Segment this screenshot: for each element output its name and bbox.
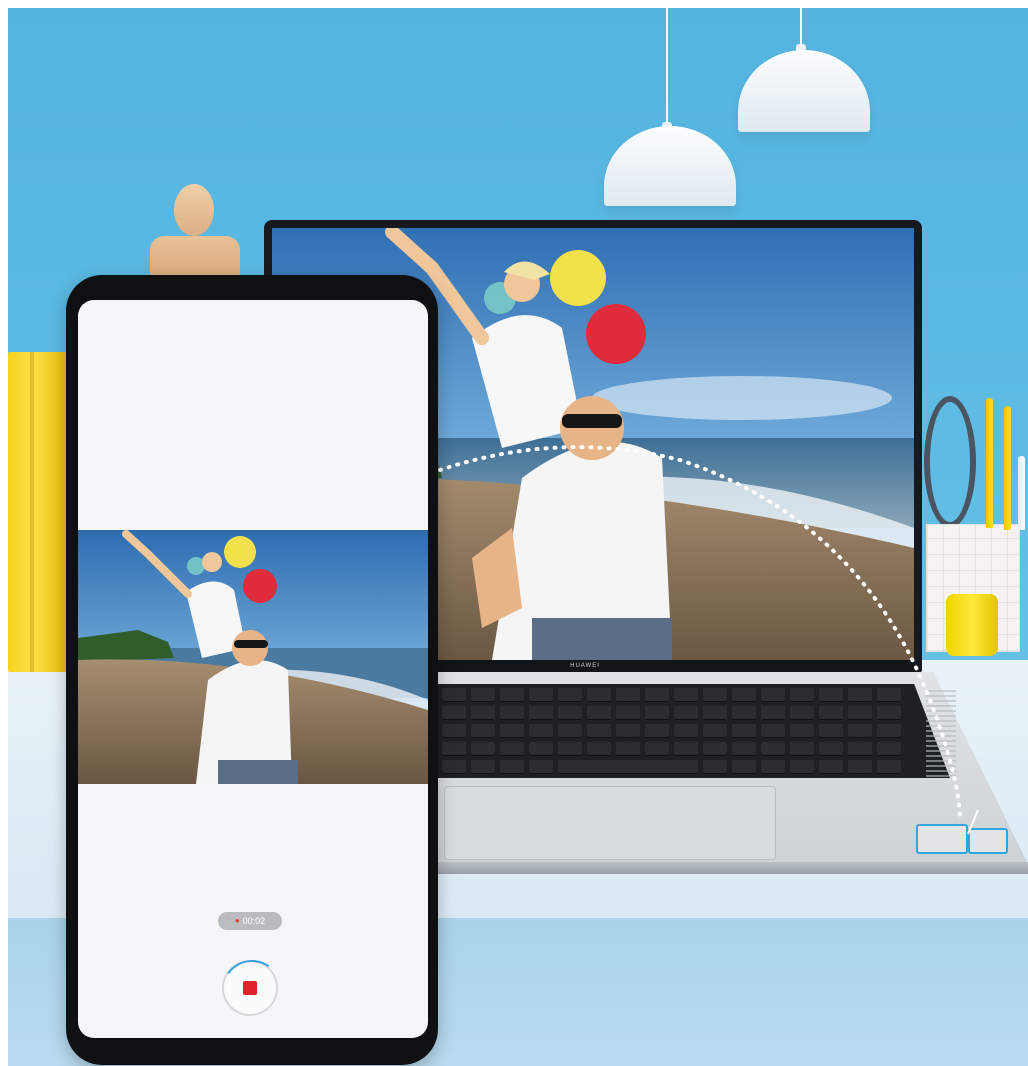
promo-scene: HUAWEI ● 00:02 (0, 0, 1028, 1066)
record-dot-icon: ● (234, 916, 240, 925)
recording-timer: 00:02 (242, 916, 266, 926)
stop-recording-button[interactable] (217, 955, 287, 1025)
phone-screen: ● 00:02 (78, 300, 428, 1038)
stop-icon (243, 981, 257, 995)
phone-photo (78, 530, 428, 784)
beach-photo (78, 530, 428, 784)
recording-timer-pill: ● 00:02 (218, 912, 282, 930)
